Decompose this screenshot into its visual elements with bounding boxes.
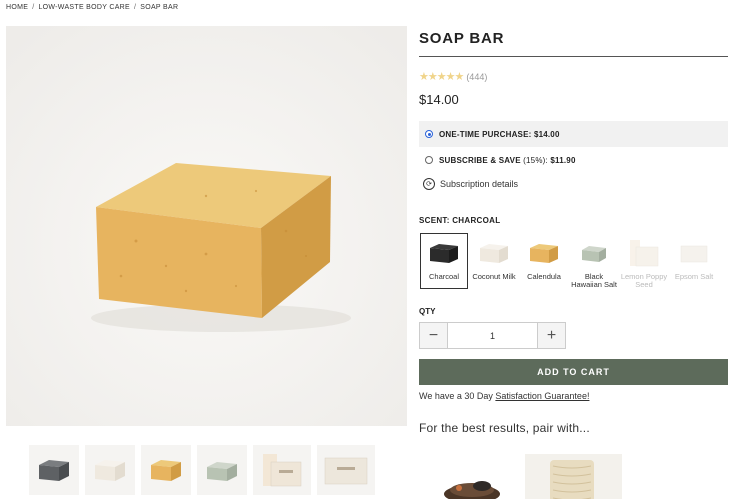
quantity-stepper: − 1 + <box>419 322 566 349</box>
one-time-label: ONE-TIME PURCHASE: <box>439 129 532 139</box>
calendula-swatch-icon <box>525 236 563 270</box>
pairing-heading: For the best results, pair with... <box>419 421 590 435</box>
scent-label: SCENT: CHARCOAL <box>419 216 501 225</box>
hawaiian-soap-thumb-icon <box>207 462 237 481</box>
pairing-products <box>419 452 729 499</box>
thumbnail-charcoal[interactable] <box>29 445 79 495</box>
swatch-label: Charcoal <box>428 272 459 281</box>
scent-swatch-coconut-milk[interactable]: Coconut Milk <box>470 233 518 289</box>
one-time-radio[interactable] <box>425 130 433 138</box>
calendula-soap-thumb-icon <box>151 460 181 481</box>
add-to-cart-button[interactable]: ADD TO CART <box>419 359 728 385</box>
scent-swatch-black-hawaiian-salt[interactable]: Black Hawaiian Salt <box>570 233 618 289</box>
breadcrumb-separator: / <box>32 4 35 11</box>
title-divider <box>419 56 728 57</box>
coconut-swatch-icon <box>475 236 513 270</box>
subscribe-label: SUBSCRIBE & SAVE <box>439 155 521 165</box>
thumbnail-calendula[interactable] <box>141 445 191 495</box>
swatch-label: Calendula <box>527 272 561 281</box>
lemon-soap-box-thumb-icon <box>263 454 302 487</box>
scent-swatch-lemon-poppy-seed[interactable]: Lemon Poppy Seed <box>620 233 668 289</box>
quantity-input[interactable]: 1 <box>447 323 538 348</box>
subscribe-price: $11.90 <box>550 155 576 165</box>
product-rating[interactable]: ★★★★★ (444) <box>419 70 487 83</box>
subscription-details-link[interactable]: ⟳ Subscription details <box>423 178 518 190</box>
guarantee-prefix: We have a 30 Day <box>419 391 496 401</box>
breadcrumb-category-link[interactable]: LOW-WASTE BODY CARE <box>38 4 130 11</box>
breadcrumb-current: SOAP BAR <box>140 4 179 11</box>
pairing-product-soap-bag[interactable] <box>525 454 622 499</box>
breadcrumb-separator: / <box>133 4 137 11</box>
scent-swatch-calendula[interactable]: Calendula <box>520 233 568 289</box>
soap-dish-icon <box>444 481 500 499</box>
main-product-image[interactable] <box>6 26 407 426</box>
coconut-soap-thumb-icon <box>95 460 125 481</box>
epsom-swatch-icon <box>675 236 713 270</box>
swatch-label: Epsom Salt <box>674 272 714 281</box>
swatch-label: Black Hawaiian Salt <box>571 272 617 289</box>
soap-bar-photo <box>6 26 407 426</box>
soap-saver-bag-icon <box>550 460 594 499</box>
star-rating-icon: ★★★★★ <box>419 71 464 83</box>
thumbnail-lemon-poppy-seed[interactable] <box>253 445 311 495</box>
subscription-box-icon: ⟳ <box>423 178 435 190</box>
pairing-product-soap-dish[interactable] <box>437 470 507 499</box>
hawaiian-swatch-icon <box>575 236 613 270</box>
charcoal-swatch-icon <box>425 236 463 270</box>
decrease-quantity-button[interactable]: − <box>420 323 447 348</box>
subscribe-save-option[interactable]: SUBSCRIBE & SAVE (15%): $11.90 <box>419 147 728 173</box>
one-time-purchase-option[interactable]: ONE-TIME PURCHASE: $14.00 <box>419 121 728 147</box>
swatch-label: Lemon Poppy Seed <box>620 272 668 289</box>
scent-swatch-epsom-salt[interactable]: Epsom Salt <box>670 233 718 289</box>
one-time-price: $14.00 <box>533 129 560 139</box>
breadcrumb: HOME / LOW-WASTE BODY CARE / SOAP BAR <box>6 4 178 11</box>
subscribe-radio[interactable] <box>425 156 433 164</box>
thumbnail-coconut-milk[interactable] <box>85 445 135 495</box>
guarantee-text: We have a 30 Day Satisfaction Guarantee! <box>419 391 589 401</box>
thumbnail-black-hawaiian-salt[interactable] <box>197 445 247 495</box>
subscription-details-label: Subscription details <box>440 179 519 189</box>
satisfaction-guarantee-link[interactable]: Satisfaction Guarantee! <box>495 391 589 401</box>
scent-swatch-charcoal[interactable]: Charcoal <box>420 233 468 289</box>
review-count[interactable]: (444) <box>466 72 487 82</box>
thumbnail-epsom-salt[interactable] <box>317 445 375 495</box>
product-price: $14.00 <box>419 92 459 107</box>
quantity-label: QTY <box>419 307 436 316</box>
subscribe-discount: (15%): <box>523 155 548 165</box>
thumbnail-strip <box>29 445 375 495</box>
epsom-soap-box-thumb-icon <box>324 457 368 485</box>
product-title: SOAP BAR <box>419 30 505 47</box>
charcoal-soap-thumb-icon <box>39 460 69 481</box>
increase-quantity-button[interactable]: + <box>538 323 565 348</box>
swatch-label: Coconut Milk <box>472 272 516 281</box>
scent-swatches: Charcoal Coconut Milk Calendula Black Ha… <box>420 233 718 289</box>
lemon-swatch-icon <box>625 236 663 270</box>
breadcrumb-home-link[interactable]: HOME <box>6 4 28 11</box>
